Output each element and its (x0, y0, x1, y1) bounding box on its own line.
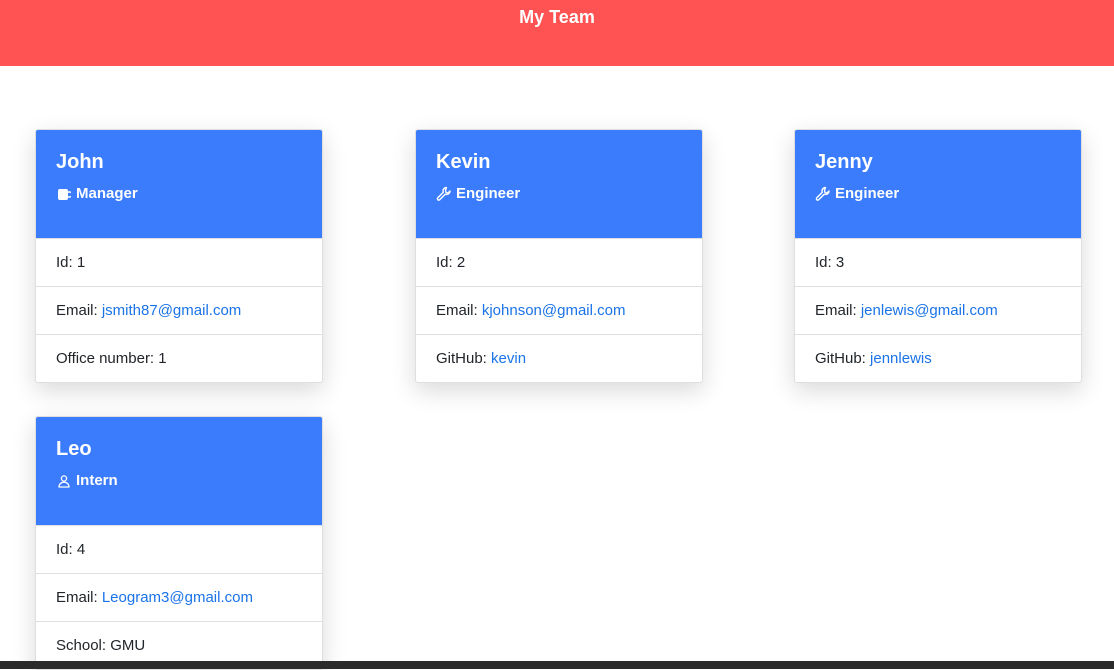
employee-github: GitHub: jennlewis (795, 334, 1081, 382)
id-value: 4 (76, 541, 86, 558)
office-number-value: 1 (158, 350, 167, 367)
employee-card-leo: Leo Intern Id: 4 Email: Leogram3@gmail.c… (35, 416, 323, 670)
employee-role: Engineer (815, 184, 1061, 204)
id-value: 3 (835, 254, 845, 271)
role-label: Intern (76, 472, 118, 489)
school-value: GMU (110, 637, 146, 654)
github-label: GitHub: (436, 350, 492, 367)
role-label: Engineer (835, 185, 900, 202)
window-bottom-edge (0, 661, 1114, 669)
school-label: School: (56, 637, 111, 654)
employee-role: Manager (56, 184, 302, 204)
github-link[interactable]: kevin (491, 350, 526, 367)
card-header: Jenny Engineer (795, 130, 1081, 238)
employee-id: Id: 2 (416, 238, 702, 286)
employee-role: Engineer (436, 184, 682, 204)
employee-name: Kevin (436, 151, 491, 173)
employee-card-jenny: Jenny Engineer Id: 3 Email: jenlewis@gma… (794, 129, 1082, 383)
page-header: My Team (0, 0, 1114, 66)
employee-role: Intern (56, 471, 302, 491)
employee-name: Jenny (815, 151, 873, 173)
id-value: 2 (456, 254, 466, 271)
id-value: 1 (76, 254, 86, 271)
employee-id: Id: 4 (36, 525, 322, 573)
employee-id: Id: 1 (36, 238, 322, 286)
mug-icon (56, 186, 72, 202)
employee-card-kevin: Kevin Engineer Id: 2 Email: kjohnson@gma… (415, 129, 703, 383)
role-label: Engineer (456, 185, 521, 202)
page-title: My Team (519, 7, 595, 27)
employee-id: Id: 3 (795, 238, 1081, 286)
id-label: Id: (436, 254, 457, 271)
person-icon (56, 473, 72, 489)
employee-email: Email: Leogram3@gmail.com (36, 573, 322, 621)
card-header: Kevin Engineer (416, 130, 702, 238)
email-link[interactable]: jenlewis@gmail.com (861, 302, 998, 319)
role-label: Manager (76, 185, 138, 202)
email-label: Email: (815, 302, 861, 319)
employee-email: Email: jsmith87@gmail.com (36, 286, 322, 334)
github-label: GitHub: (815, 350, 871, 367)
wrench-icon (436, 186, 452, 202)
id-label: Id: (815, 254, 836, 271)
employee-office-number: Office number: 1 (36, 334, 322, 382)
employee-card-john: John Manager Id: 1 Email: jsmith87@gmail… (35, 129, 323, 383)
email-label: Email: (56, 302, 102, 319)
email-link[interactable]: Leogram3@gmail.com (102, 589, 253, 606)
employee-github: GitHub: kevin (416, 334, 702, 382)
github-link[interactable]: jennlewis (870, 350, 932, 367)
card-header: John Manager (36, 130, 322, 238)
email-label: Email: (56, 589, 102, 606)
card-header: Leo Intern (36, 417, 322, 525)
employee-name: John (56, 151, 104, 173)
email-link[interactable]: jsmith87@gmail.com (102, 302, 241, 319)
employee-email: Email: jenlewis@gmail.com (795, 286, 1081, 334)
wrench-icon (815, 186, 831, 202)
email-link[interactable]: kjohnson@gmail.com (482, 302, 626, 319)
id-label: Id: (56, 541, 77, 558)
employee-email: Email: kjohnson@gmail.com (416, 286, 702, 334)
id-label: Id: (56, 254, 77, 271)
office-number-label: Office number: (56, 350, 159, 367)
email-label: Email: (436, 302, 482, 319)
employee-name: Leo (56, 438, 92, 460)
